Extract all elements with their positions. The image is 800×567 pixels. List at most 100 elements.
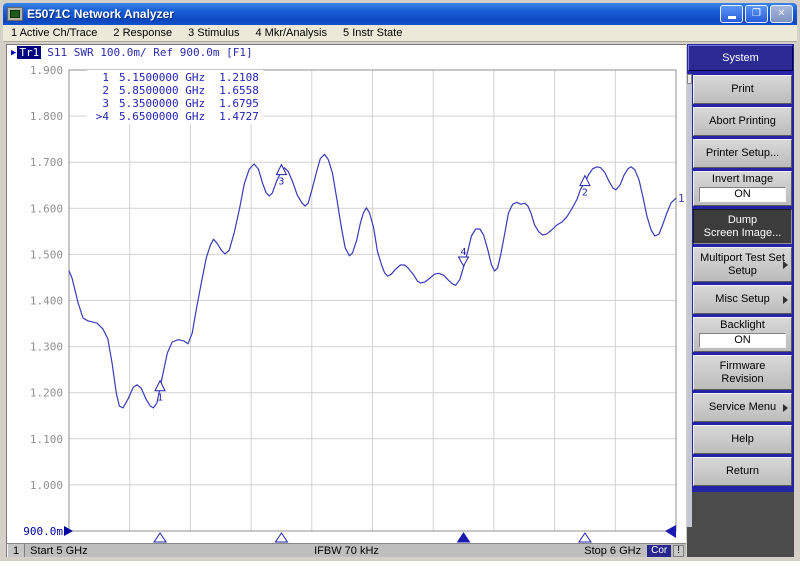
marker-number: 3 xyxy=(278,177,284,188)
stimulus-marker-icon xyxy=(579,533,591,542)
marker-icon xyxy=(155,381,165,391)
submenu-arrow-icon xyxy=(783,261,788,269)
softkey-value: ON xyxy=(699,333,786,348)
softkey-label: Misc Setup xyxy=(715,293,769,306)
y-axis-tick-label: 1.800 xyxy=(30,110,63,123)
menu-item-3-stimulus[interactable]: 3 Stimulus xyxy=(180,26,247,40)
close-icon: ✕ xyxy=(777,9,785,19)
softkey-dump-screen-image[interactable]: DumpScreen Image... xyxy=(693,209,792,244)
ifbw-label: IFBW 70 kHz xyxy=(314,545,379,557)
stimulus-marker-icon xyxy=(275,533,287,542)
softkey-label: Firmware xyxy=(720,360,766,373)
menu-bar: 1 Active Ch/Trace2 Response3 Stimulus4 M… xyxy=(3,25,797,42)
softkey-label: Multiport Test Set xyxy=(700,252,785,265)
marker-frequency: 5.6500000 GHz xyxy=(119,110,205,123)
softkey-scrollbar[interactable] xyxy=(687,74,692,527)
correction-badge: Cor xyxy=(647,545,671,557)
marker-icon xyxy=(580,176,590,186)
softkey-system[interactable]: System xyxy=(688,45,793,71)
y-axis-tick-label: 1.100 xyxy=(30,433,63,446)
marker-number: 1 xyxy=(91,71,109,84)
trace-format-label: S11 SWR 100.0m/ Ref 900.0m [F1] xyxy=(47,46,252,59)
y-axis-tick-label: 1.400 xyxy=(30,295,63,308)
softkey-multiport-test-set-setup[interactable]: Multiport Test SetSetup xyxy=(693,247,792,282)
marker-value: 1.2108 xyxy=(219,71,259,84)
softkey-label: Backlight xyxy=(720,319,765,332)
marker-number: 2 xyxy=(91,84,109,97)
window-controls: ❐ ✕ xyxy=(720,5,793,23)
restore-icon: ❐ xyxy=(752,9,761,19)
marker-frequency: 5.8500000 GHz xyxy=(119,84,205,97)
softkey-printer-setup[interactable]: Printer Setup... xyxy=(693,139,792,168)
restore-button[interactable]: ❐ xyxy=(745,5,768,23)
marker-icon xyxy=(276,165,286,175)
y-axis-tick-label: 1.700 xyxy=(30,156,63,169)
minimize-button[interactable] xyxy=(720,5,743,23)
softkey-return[interactable]: Return xyxy=(693,457,792,486)
softkey-label: Service Menu xyxy=(709,401,776,414)
softkey-scrollbar-thumb[interactable] xyxy=(687,74,692,84)
y-axis-tick-label: 1.500 xyxy=(30,248,63,261)
app-window: E5071C Network Analyzer ❐ ✕ 1 Active Ch/… xyxy=(0,0,800,561)
y-axis-tick-label: 1.300 xyxy=(30,341,63,354)
y-axis-tick-label: 1.200 xyxy=(30,387,63,400)
y-axis-tick-label: 1.000 xyxy=(30,479,63,492)
channel-indicator: 1 xyxy=(7,544,25,557)
softkey-firmware-revision[interactable]: FirmwareRevision xyxy=(693,355,792,390)
trace-badge[interactable]: Tr1 xyxy=(17,46,41,59)
y-axis-tick-label: 1.900 xyxy=(30,64,63,77)
marker-row-2: 2 5.8500000 GHz 1.6558 xyxy=(91,84,259,97)
softkey-label: Invert Image xyxy=(712,173,773,186)
softkey-label: Abort Printing xyxy=(709,115,776,128)
softkey-label: Printer Setup... xyxy=(706,147,779,160)
softkey-misc-setup[interactable]: Misc Setup xyxy=(693,285,792,314)
close-button[interactable]: ✕ xyxy=(770,5,793,23)
marker-row-4: >4 5.6500000 GHz 1.4727 xyxy=(91,110,259,123)
submenu-arrow-icon xyxy=(783,296,788,304)
active-marker-number: 4 xyxy=(461,247,467,258)
instrument-display: ▶ Tr1 S11 SWR 100.0m/ Ref 900.0m [F1] 1.… xyxy=(6,44,686,557)
softkey-label: System xyxy=(722,52,759,65)
menu-item-4-mkr-analysis[interactable]: 4 Mkr/Analysis xyxy=(247,26,335,40)
softkey-label: Return xyxy=(726,465,759,478)
marker-value: 1.6558 xyxy=(219,84,259,97)
reference-level-label: 900.0m xyxy=(23,525,63,538)
marker-frequency: 5.3500000 GHz xyxy=(119,97,205,110)
softkey-backlight[interactable]: BacklightON xyxy=(693,317,792,352)
marker-value: 1.6795 xyxy=(219,97,259,110)
y-axis-tick-label: 1.600 xyxy=(30,202,63,215)
stop-edge-indicator-icon xyxy=(665,525,676,538)
trace-header: ▶ Tr1 S11 SWR 100.0m/ Ref 900.0m [F1] xyxy=(11,46,253,59)
softkey-abort-printing[interactable]: Abort Printing xyxy=(693,107,792,136)
marker-number: >4 xyxy=(91,110,109,123)
status-bar: 1 Start 5 GHz IFBW 70 kHz Stop 6 GHz Cor… xyxy=(7,543,686,557)
softkey-value: ON xyxy=(699,187,786,202)
softkey-panel: System Print Abort Printing Printer Setup..… xyxy=(687,44,794,557)
menu-item-1-active-ch-trace[interactable]: 1 Active Ch/Trace xyxy=(3,26,105,40)
softkey-invert-image[interactable]: Invert ImageON xyxy=(693,171,792,206)
start-frequency-label: Start 5 GHz xyxy=(25,545,87,557)
minimize-icon xyxy=(728,16,736,19)
submenu-arrow-icon xyxy=(783,404,788,412)
softkey-service-menu[interactable]: Service Menu xyxy=(693,393,792,422)
marker-value: 1.4727 xyxy=(219,110,259,123)
marker-readout-table: 1 5.1500000 GHz 1.2108 2 5.8500000 GHz 1.6558… xyxy=(87,70,263,124)
softkey-print[interactable]: Print xyxy=(693,75,792,104)
stop-frequency-label: Stop 6 GHz xyxy=(584,545,641,557)
swr-plot: 1.900 1.800 1.700 1.600 1.500 1.400 1.300 1.200… xyxy=(7,61,687,545)
active-trace-arrow-icon: ▶ xyxy=(11,48,16,58)
marker-row-1: 1 5.1500000 GHz 1.2108 xyxy=(91,71,259,84)
menu-item-2-response[interactable]: 2 Response xyxy=(105,26,180,40)
menu-item-5-instr-state[interactable]: 5 Instr State xyxy=(335,26,410,40)
marker-frequency: 5.1500000 GHz xyxy=(119,71,205,84)
softkey-label: Dump xyxy=(728,214,757,227)
title-bar: E5071C Network Analyzer ❐ ✕ xyxy=(3,3,797,25)
softkey-label: Help xyxy=(731,433,754,446)
stimulus-marker-active-icon xyxy=(458,533,470,542)
softkey-help[interactable]: Help xyxy=(693,425,792,454)
marker-number: 2 xyxy=(582,188,588,199)
softkey-label-line2: Screen Image... xyxy=(704,227,782,240)
trace-end-number: 1 xyxy=(678,192,685,205)
softkey-label-line2: Revision xyxy=(721,373,763,386)
marker-number: 1 xyxy=(157,393,163,404)
